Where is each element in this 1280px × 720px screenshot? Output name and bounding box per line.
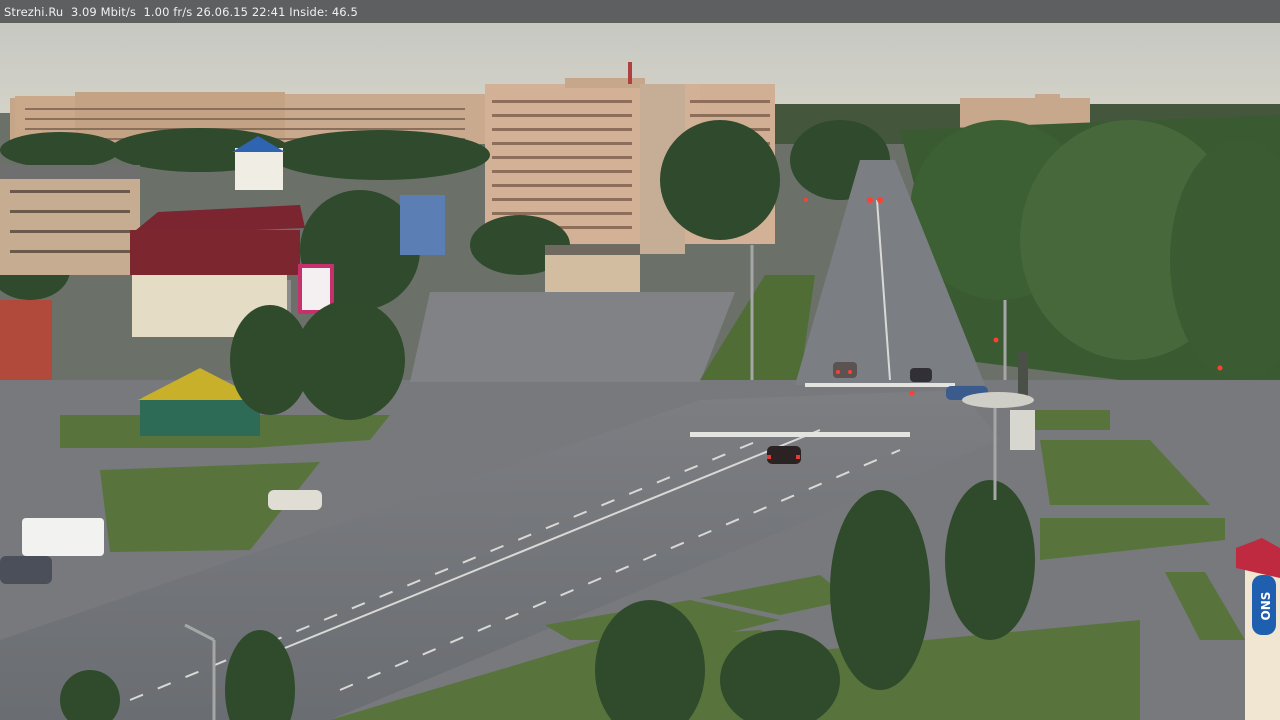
approaching-car: [833, 362, 857, 378]
osd-time: 22:41: [251, 4, 286, 19]
osd-site: Strezhi.Ru: [4, 4, 64, 19]
silver-car: [268, 490, 322, 510]
webcam-frame: Strezhi.Ru 3.09 Mbit/s 1.00 fr/s 26.06.1…: [0, 0, 1280, 720]
plaza: [410, 292, 735, 382]
store-sign-text: ONS: [1259, 592, 1273, 621]
dark-car: [910, 368, 932, 382]
osd-inside-temp: Inside: 46.5: [289, 4, 358, 19]
red-car: [767, 446, 801, 464]
white-van: [22, 518, 104, 556]
osd-bitrate: 3.09 Mbit/s: [70, 4, 136, 19]
street-scene: ONS: [0, 23, 1280, 720]
parked-car: [0, 556, 52, 584]
scene-svg: ONS: [0, 23, 1280, 720]
osd-date: 26.06.15: [196, 4, 249, 19]
osd-framerate: 1.00 fr/s: [143, 4, 193, 19]
osd-bar: Strezhi.Ru 3.09 Mbit/s 1.00 fr/s 26.06.1…: [0, 0, 1280, 23]
